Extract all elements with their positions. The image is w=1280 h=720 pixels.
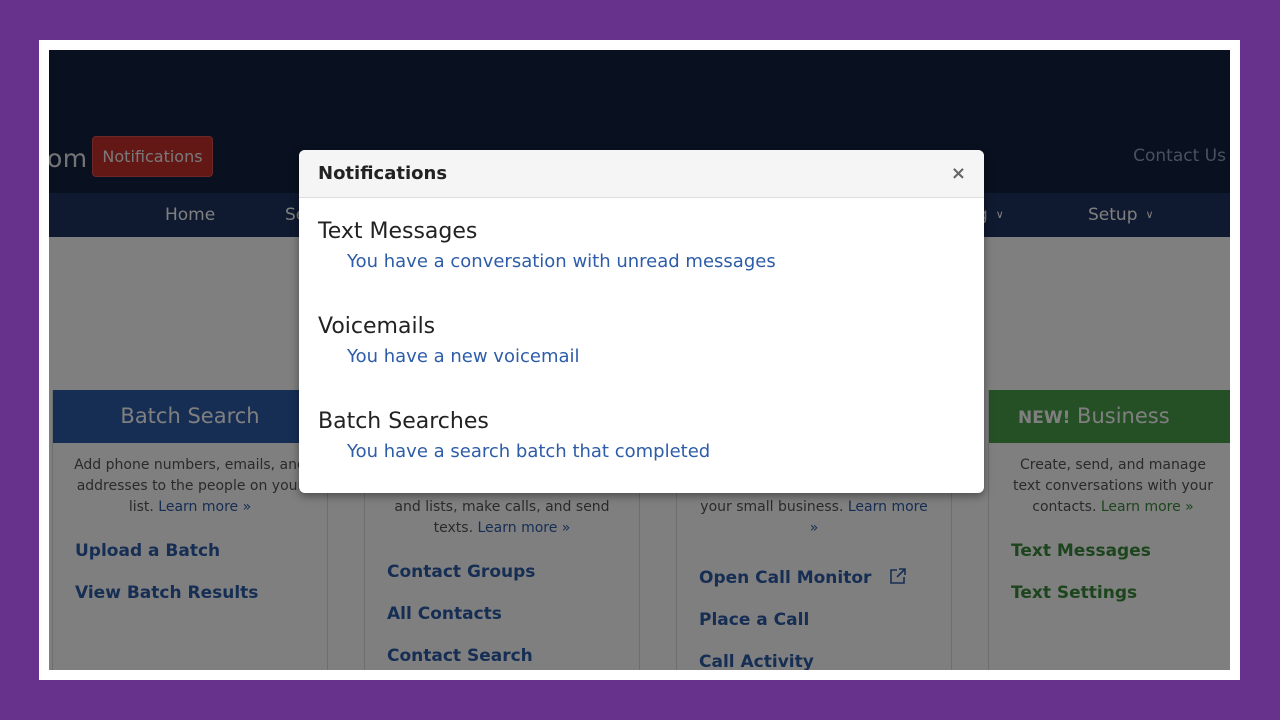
section-title: Voicemails bbox=[318, 314, 436, 339]
modal-header: Notifications × bbox=[299, 150, 984, 198]
browser-viewport: om Notifications Contact Us Home Se g∨ S… bbox=[49, 50, 1230, 670]
close-icon[interactable]: × bbox=[951, 164, 966, 184]
notifications-modal: Notifications × Text Messages You have a… bbox=[299, 150, 984, 493]
notification-link[interactable]: You have a conversation with unread mess… bbox=[318, 247, 965, 280]
modal-title: Notifications bbox=[318, 163, 448, 184]
notification-section-batch-searches: Batch Searches You have a search batch t… bbox=[318, 406, 965, 493]
modal-body: Text Messages You have a conversation wi… bbox=[299, 198, 984, 493]
notification-link[interactable]: You have a search batch that completed bbox=[318, 437, 965, 470]
notification-link[interactable]: You have a new voicemail bbox=[318, 342, 965, 375]
notification-section-voicemails: Voicemails You have a new voicemail bbox=[318, 311, 965, 406]
notification-section-text-messages: Text Messages You have a conversation wi… bbox=[318, 216, 965, 311]
section-title: Batch Searches bbox=[318, 409, 489, 434]
section-title: Text Messages bbox=[318, 219, 478, 244]
